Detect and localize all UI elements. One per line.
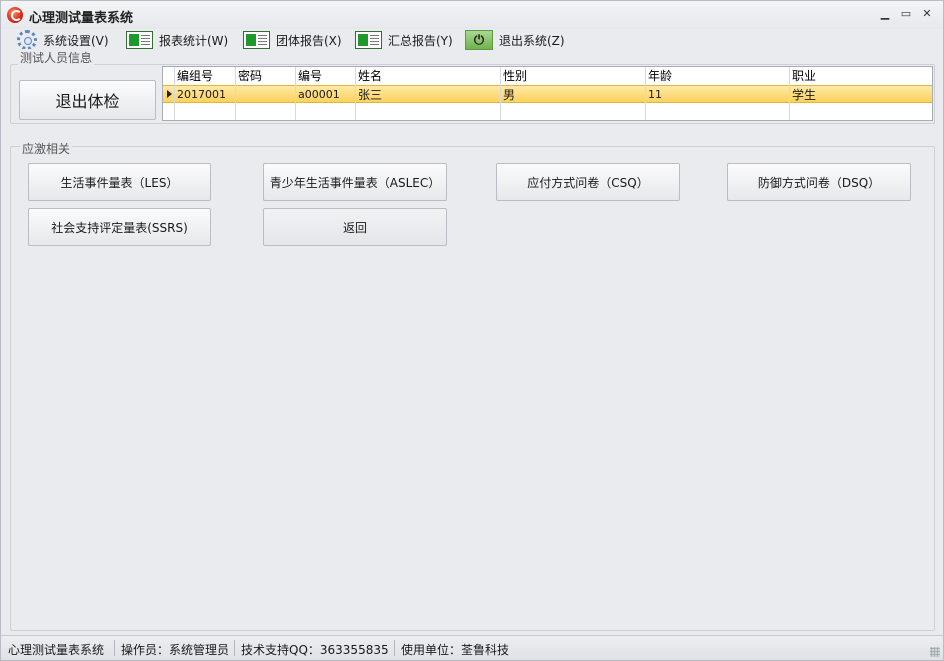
- grid-header: 编组号 密码 编号 姓名 性别 年龄 职业: [163, 67, 932, 85]
- cell-age: 11: [648, 88, 662, 101]
- dsq-questionnaire-button[interactable]: 防御方式问卷（DSQ）: [727, 163, 911, 201]
- app-logo-icon: [7, 7, 23, 23]
- menu-system-settings[interactable]: 系统设置(V): [17, 29, 109, 51]
- tester-grid: 编组号 密码 编号 姓名 性别 年龄 职业 2017001 a00001 张三 …: [162, 66, 933, 121]
- main-window: 心理测试量表系统 ▁ ▭ ✕ 系统设置(V) 报表统计(W) 团体报告(X) 汇…: [0, 0, 944, 661]
- menu-exit-system[interactable]: ⏻ 退出系统(Z): [465, 29, 565, 51]
- status-support: 技术支持QQ：363355835: [241, 643, 389, 657]
- status-divider: [114, 640, 115, 656]
- menu-bar: 系统设置(V) 报表统计(W) 团体报告(X) 汇总报告(Y) ⏻ 退出系统(Z…: [1, 29, 943, 51]
- menu-label: 系统设置(V): [43, 33, 109, 48]
- status-divider: [234, 640, 235, 656]
- tester-info-title: 测试人员信息: [18, 49, 95, 66]
- grid-divider: [295, 67, 296, 120]
- status-bar: 心理测试量表系统 操作员：系统管理员 技术支持QQ：363355835 使用单位…: [1, 635, 943, 660]
- grid-divider: [235, 67, 236, 120]
- cell-occupation: 学生: [792, 88, 817, 102]
- menu-label: 汇总报告(Y): [388, 33, 453, 48]
- report-icon: [355, 31, 382, 49]
- cell-gender: 男: [503, 88, 516, 102]
- menu-summary-report[interactable]: 汇总报告(Y): [355, 29, 453, 51]
- column-header[interactable]: 编号: [295, 67, 355, 85]
- csq-questionnaire-button[interactable]: 应付方式问卷（CSQ）: [496, 163, 680, 201]
- back-button[interactable]: 返回: [263, 208, 447, 246]
- report-icon: [126, 31, 153, 49]
- menu-label: 团体报告(X): [276, 33, 342, 48]
- stress-group-title: 应激相关: [20, 140, 73, 157]
- grid-divider: [645, 67, 646, 120]
- aslec-scale-button[interactable]: 青少年生活事件量表（ASLEC）: [263, 163, 447, 201]
- power-icon: ⏻: [465, 30, 493, 50]
- cell-name: 张三: [358, 88, 383, 102]
- status-operator: 操作员：系统管理员: [121, 643, 230, 657]
- minimize-button[interactable]: ▁: [876, 6, 894, 22]
- report-icon: [243, 31, 270, 49]
- resize-grip-icon[interactable]: [930, 647, 940, 657]
- maximize-button[interactable]: ▭: [897, 6, 915, 22]
- grid-divider: [789, 67, 790, 120]
- menu-label: 报表统计(W): [159, 33, 229, 48]
- cell-number: a00001: [298, 88, 340, 101]
- table-row[interactable]: 2017001 a00001 张三 男 11 学生: [163, 85, 932, 103]
- column-header[interactable]: 性别: [500, 67, 645, 85]
- row-indicator-icon: [167, 90, 172, 98]
- ssrs-scale-button[interactable]: 社会支持评定量表(SSRS): [28, 208, 211, 246]
- grid-divider: [174, 67, 175, 120]
- status-app-name: 心理测试量表系统: [8, 643, 105, 657]
- status-unit: 使用单位：荃鲁科技: [401, 643, 510, 657]
- exit-checkup-button[interactable]: 退出体检: [19, 80, 156, 120]
- grid-divider: [500, 67, 501, 120]
- column-header[interactable]: 职业: [789, 67, 932, 85]
- cell-password: [235, 86, 295, 104]
- column-header[interactable]: 姓名: [355, 67, 500, 85]
- title-bar: 心理测试量表系统 ▁ ▭ ✕: [1, 1, 943, 29]
- column-header[interactable]: 密码: [235, 67, 295, 85]
- menu-label: 退出系统(Z): [499, 33, 565, 48]
- empty-row: [163, 104, 932, 120]
- gear-icon: [17, 30, 37, 50]
- les-scale-button[interactable]: 生活事件量表（LES）: [28, 163, 211, 201]
- column-header[interactable]: 编组号: [174, 67, 235, 85]
- column-header[interactable]: 年龄: [645, 67, 789, 85]
- menu-group-report[interactable]: 团体报告(X): [243, 29, 342, 51]
- cell-group-id: 2017001: [177, 88, 226, 101]
- menu-report-stats[interactable]: 报表统计(W): [126, 29, 228, 51]
- grid-divider: [355, 67, 356, 120]
- close-button[interactable]: ✕: [918, 6, 936, 22]
- status-divider: [394, 640, 395, 656]
- window-title: 心理测试量表系统: [29, 11, 134, 26]
